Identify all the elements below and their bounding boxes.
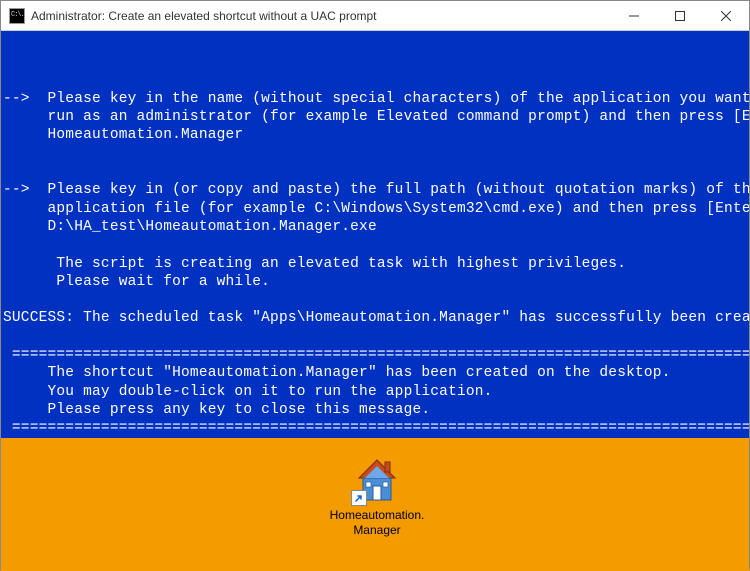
close-button[interactable] [703,1,749,30]
maximize-button[interactable] [657,1,703,30]
console-output[interactable]: --> Please key in the name (without spec… [1,31,749,438]
shortcut-label: Homeautomation.Manager [327,508,427,538]
desktop-shortcut[interactable]: Homeautomation.Manager [322,456,432,538]
cmd-icon: C:\. [9,8,25,24]
window-controls [611,1,749,30]
window-title: Administrator: Create an elevated shortc… [31,9,611,23]
desktop-area[interactable]: Homeautomation.Manager [1,438,749,571]
shortcut-arrow-icon [351,490,367,506]
minimize-button[interactable] [611,1,657,30]
window-titlebar[interactable]: C:\. Administrator: Create an elevated s… [1,1,749,31]
house-icon [353,456,401,504]
